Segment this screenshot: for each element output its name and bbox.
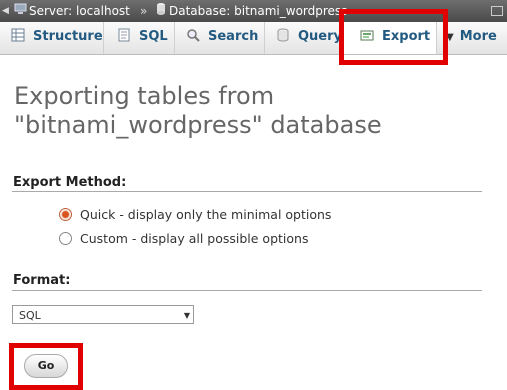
page-title: Exporting tables from "bitnami_wordpress… bbox=[14, 82, 484, 140]
query-icon bbox=[276, 24, 290, 42]
tab-search-label: Search bbox=[208, 29, 259, 44]
tab-sql[interactable]: SQL bbox=[104, 22, 175, 54]
export-method-title: Export Method: bbox=[13, 175, 127, 190]
chevron-down-icon: ▼ bbox=[446, 32, 454, 43]
server-icon bbox=[14, 0, 27, 22]
tab-query[interactable]: Query bbox=[265, 22, 343, 54]
divider bbox=[12, 290, 482, 291]
page-title-line2: "bitnami_wordpress" database bbox=[14, 111, 382, 139]
format-select-value: SQL bbox=[19, 309, 41, 322]
radio-custom-button[interactable] bbox=[59, 232, 72, 245]
search-icon bbox=[186, 24, 200, 42]
radio-quick[interactable]: Quick - display only the minimal options bbox=[59, 207, 331, 222]
tab-more-label: More bbox=[459, 29, 497, 44]
database-icon bbox=[156, 0, 166, 22]
window-icon[interactable] bbox=[491, 4, 503, 16]
tab-structure[interactable]: Structure bbox=[0, 22, 104, 54]
breadcrumb-separator: » bbox=[140, 4, 148, 18]
tab-bar: Structure SQL Search Query Export ▼ More bbox=[0, 22, 507, 55]
radio-quick-button[interactable] bbox=[59, 208, 72, 221]
export-icon bbox=[360, 24, 374, 41]
breadcrumb: ◀ Server: localhost » Database: bitnami_… bbox=[0, 0, 507, 22]
page-title-line1: Exporting tables from bbox=[14, 82, 275, 110]
divider bbox=[12, 191, 482, 192]
tab-export[interactable]: Export bbox=[343, 22, 437, 54]
collapse-arrow-icon[interactable]: ◀ bbox=[2, 0, 12, 22]
radio-quick-label: Quick - display only the minimal options bbox=[80, 207, 332, 222]
go-button[interactable]: Go bbox=[24, 354, 68, 378]
tab-more[interactable]: ▼ More bbox=[436, 22, 507, 54]
structure-icon bbox=[11, 24, 25, 42]
format-title: Format: bbox=[13, 273, 71, 288]
radio-custom[interactable]: Custom - display all possible options bbox=[59, 231, 308, 246]
breadcrumb-database[interactable]: Database: bitnami_wordpress bbox=[169, 0, 347, 22]
tab-query-label: Query bbox=[298, 29, 343, 44]
format-select[interactable]: SQL ▼ bbox=[12, 305, 194, 324]
tab-export-label: Export bbox=[382, 29, 431, 44]
sql-icon bbox=[117, 24, 131, 42]
breadcrumb-server[interactable]: Server: localhost bbox=[29, 0, 130, 22]
radio-custom-label: Custom - display all possible options bbox=[80, 231, 309, 246]
tab-search[interactable]: Search bbox=[175, 22, 265, 54]
tab-sql-label: SQL bbox=[139, 29, 168, 44]
dropdown-arrow-icon: ▼ bbox=[183, 311, 190, 320]
tab-structure-label: Structure bbox=[33, 29, 103, 44]
